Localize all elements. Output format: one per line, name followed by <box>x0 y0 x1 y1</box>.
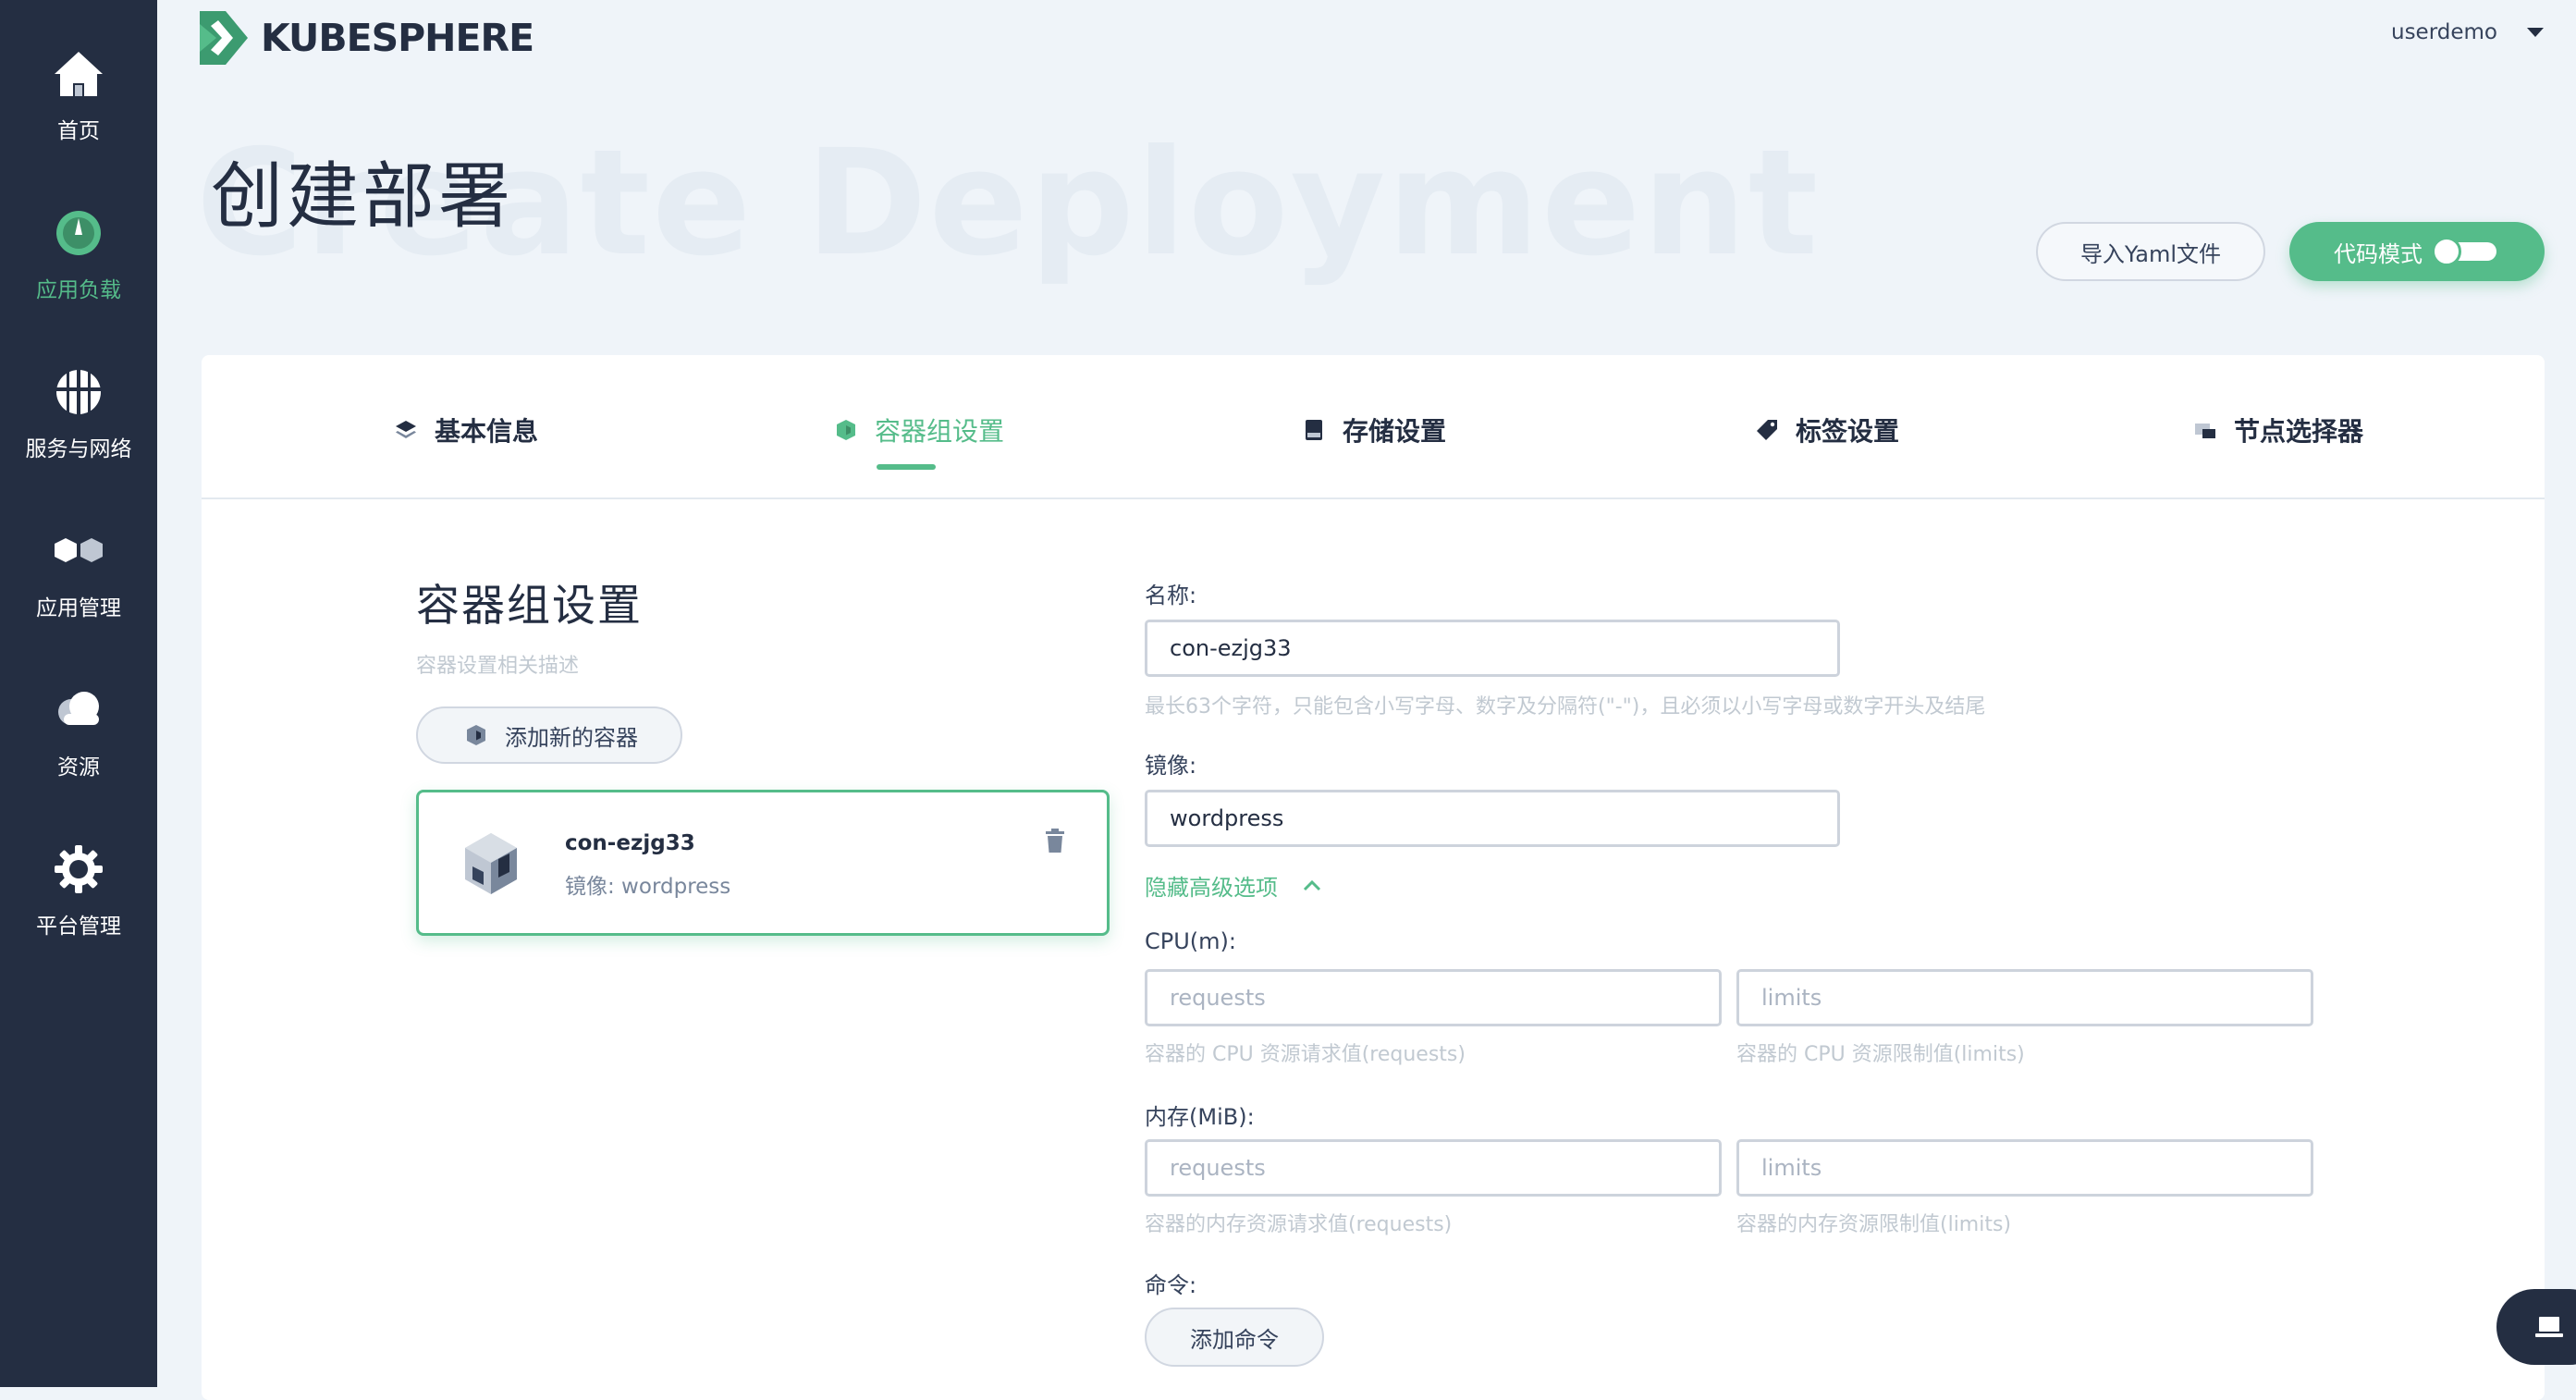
memory-limits-hint: 容器的内存资源限制值(limits) <box>1736 1213 2012 1236</box>
add-command-button[interactable]: 添加命令 <box>1145 1308 1324 1367</box>
tab-label-settings[interactable]: 标签设置 <box>1755 407 1899 453</box>
command-label: 命令: <box>1145 1272 1197 1298</box>
sidebar-item-label: 应用管理 <box>36 596 121 620</box>
add-container-label: 添加新的容器 <box>505 724 638 751</box>
advanced-toggle-label: 隐藏高级选项 <box>1145 875 1278 901</box>
container-list-item[interactable]: con-ezjg33 镜像: wordpress <box>416 790 1110 936</box>
app-management-icon <box>55 538 103 562</box>
sidebar: 首页 应用负载 服务与网络 应用管理 资源 平台管理 <box>0 0 157 1387</box>
name-input[interactable] <box>1145 620 1840 677</box>
memory-requests-input[interactable] <box>1145 1139 1722 1197</box>
tab-basic-info[interactable]: 基本信息 <box>394 407 538 453</box>
kubesphere-logo-icon <box>200 11 248 65</box>
sidebar-item-label: 服务与网络 <box>25 437 132 461</box>
sidebar-item-label: 平台管理 <box>36 915 121 939</box>
active-tab-indicator <box>877 464 936 470</box>
tab-label: 标签设置 <box>1796 416 1900 447</box>
laptop-icon <box>2535 1317 2563 1337</box>
code-mode-switch[interactable] <box>2432 237 2496 266</box>
switch-knob <box>2432 237 2461 266</box>
node-selector-icon <box>2195 424 2215 438</box>
container-icon <box>465 833 517 894</box>
sidebar-item-label: 资源 <box>57 755 100 780</box>
code-mode-label: 代码模式 <box>2334 240 2423 267</box>
cpu-label: CPU(m): <box>1145 928 1236 954</box>
sidebar-item-workloads[interactable]: 应用负载 <box>0 185 157 324</box>
network-icon <box>56 370 101 414</box>
tab-label: 存储设置 <box>1343 416 1447 447</box>
step-tabs: 基本信息 容器组设置 存储设置 标签设置 节点选择器 <box>202 355 2545 499</box>
tab-container-settings[interactable]: 容器组设置 <box>834 407 1004 453</box>
sidebar-item-app-management[interactable]: 应用管理 <box>0 503 157 642</box>
chevron-up-icon <box>1303 879 1321 890</box>
image-label: 镜像: <box>1145 753 1197 779</box>
tab-label: 容器组设置 <box>875 416 1005 447</box>
memory-limits-input[interactable] <box>1736 1139 2313 1197</box>
cpu-limits-hint: 容器的 CPU 资源限制值(limits) <box>1736 1043 2025 1066</box>
memory-requests-hint: 容器的内存资源请求值(requests) <box>1145 1213 1453 1236</box>
sidebar-item-label: 首页 <box>57 119 100 143</box>
tab-label: 基本信息 <box>435 416 539 447</box>
username: userdemo <box>2391 20 2497 44</box>
sidebar-item-label: 应用负载 <box>36 278 121 302</box>
section-description: 容器设置相关描述 <box>416 655 580 678</box>
sidebar-item-home[interactable]: 首页 <box>0 26 157 165</box>
section-title: 容器组设置 <box>416 581 643 632</box>
form-card: 基本信息 容器组设置 存储设置 标签设置 节点选择器 容器组设置 容器设置相关描… <box>202 355 2545 1400</box>
container-image: 镜像: wordpress <box>565 875 731 899</box>
page-title: 创建部署 <box>211 155 515 239</box>
caret-down-icon <box>2527 28 2544 37</box>
user-menu[interactable]: userdemo <box>2391 20 2544 44</box>
tab-node-selector[interactable]: 节点选择器 <box>2193 407 2363 453</box>
cpu-requests-input[interactable] <box>1145 969 1722 1026</box>
container-icon <box>467 725 485 745</box>
gear-icon <box>55 845 103 893</box>
container-icon <box>837 420 855 440</box>
add-container-button[interactable]: 添加新的容器 <box>416 706 682 764</box>
hide-advanced-toggle[interactable]: 隐藏高级选项 <box>1145 869 1322 902</box>
sidebar-item-network[interactable]: 服务与网络 <box>0 344 157 483</box>
tag-icon <box>1757 420 1777 440</box>
cpu-requests-hint: 容器的 CPU 资源请求值(requests) <box>1145 1043 1466 1066</box>
home-icon <box>55 52 103 96</box>
container-name: con-ezjg33 <box>565 831 695 855</box>
code-mode-toggle[interactable]: 代码模式 <box>2289 222 2545 281</box>
logo-text: KUBESPHERE <box>261 16 534 60</box>
name-label: 名称: <box>1145 583 1197 608</box>
cloud-icon <box>58 692 99 725</box>
import-yaml-button[interactable]: 导入Yaml文件 <box>2036 222 2265 281</box>
sidebar-item-platform[interactable]: 平台管理 <box>0 821 157 960</box>
cpu-limits-input[interactable] <box>1736 969 2313 1026</box>
name-hint: 最长63个字符，只能包含小写字母、数字及分隔符("-")，且必须以小写字母或数字… <box>1145 695 1986 718</box>
image-input[interactable] <box>1145 790 1840 847</box>
sidebar-item-resources[interactable]: 资源 <box>0 662 157 801</box>
dashboard-icon <box>56 211 101 255</box>
memory-label: 内存(MiB): <box>1145 1104 1255 1130</box>
toolbox-button[interactable] <box>2496 1289 2576 1365</box>
layers-icon <box>396 421 416 438</box>
logo[interactable]: KUBESPHERE <box>198 9 534 67</box>
tab-storage-settings[interactable]: 存储设置 <box>1302 407 1446 453</box>
tab-label: 节点选择器 <box>2234 416 2364 447</box>
trash-icon[interactable] <box>1044 828 1066 854</box>
storage-icon <box>1306 420 1322 440</box>
